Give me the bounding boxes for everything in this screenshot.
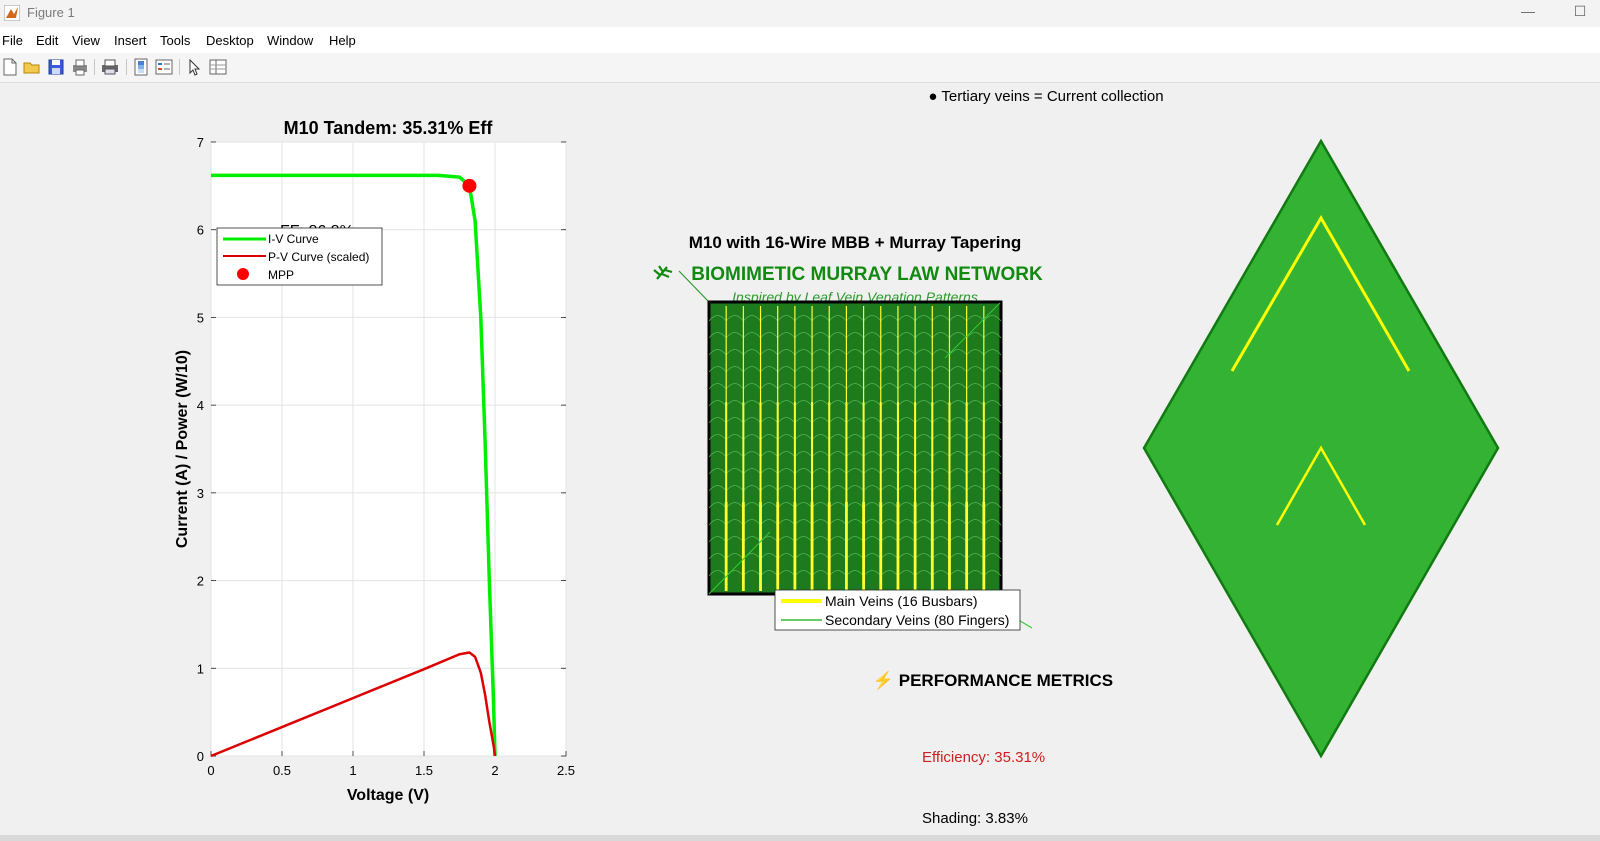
performance-header: ⚡ PERFORMANCE METRICS [873, 670, 1113, 691]
status-bar [0, 835, 1600, 841]
open-file-icon[interactable] [22, 57, 42, 77]
print-icon[interactable] [70, 57, 90, 77]
menu-tools[interactable]: Tools [160, 33, 190, 48]
y-tick-label: 6 [197, 223, 204, 238]
y-tick-label: 5 [197, 310, 204, 325]
legend-secondary-veins-label: Secondary Veins (80 Fingers) [825, 612, 1009, 628]
y-tick-label: 1 [197, 661, 204, 676]
efficiency-metric: Efficiency: 35.31% [922, 749, 1045, 766]
window-title-bar: Figure 1 — ☐ [0, 0, 1600, 27]
menu-insert[interactable]: Insert [114, 33, 147, 48]
legend-icon[interactable] [154, 57, 174, 77]
minimize-icon[interactable]: — [1508, 3, 1548, 23]
x-tick-label: 2.5 [557, 763, 575, 778]
mpp-marker [462, 178, 477, 193]
maximize-icon[interactable]: ☐ [1560, 3, 1600, 23]
legend-pv-label: P-V Curve (scaled) [268, 250, 369, 264]
leaf-diagram[interactable] [1142, 138, 1500, 759]
plot-legend[interactable]: I-V Curve P-V Curve (scaled) MPP [216, 227, 383, 286]
y-tick-label: 0 [197, 749, 204, 764]
legend-main-veins-label: Main Veins (16 Busbars) [825, 593, 978, 609]
new-figure-icon[interactable] [0, 57, 20, 77]
property-editor-icon[interactable] [208, 57, 228, 77]
murray-network-panel[interactable]: M10 with 16-Wire MBB + Murray Tapering B… [653, 88, 1164, 827]
menu-view[interactable]: View [72, 33, 100, 48]
plot-title: M10 Tandem: 35.31% Eff [284, 118, 494, 138]
y-axis-label: Current (A) / Power (W/10) [174, 350, 191, 548]
y-tick-label: 2 [197, 574, 204, 589]
menu-window[interactable]: Window [267, 33, 313, 48]
x-tick-label: 2 [491, 763, 498, 778]
iv-plot[interactable]: 0 0.5 1 1.5 2 2.5 0 1 2 3 4 5 6 7 M10 Tandem: 35.31%… [174, 118, 575, 804]
save-icon[interactable] [46, 57, 66, 77]
menu-file[interactable]: File [2, 33, 23, 48]
figure-toolbar [0, 53, 1600, 83]
toolbar-separator [94, 59, 95, 75]
network-legend[interactable]: Main Veins (16 Busbars) Secondary Veins … [774, 589, 1021, 631]
y-tick-label: 4 [197, 398, 204, 413]
legend-mpp-swatch [237, 268, 249, 280]
figure-canvas: 0 0.5 1 1.5 2 2.5 0 1 2 3 4 5 6 7 M10 Tandem: 35.31%… [174, 88, 1500, 827]
x-tick-label: 1.5 [415, 763, 433, 778]
matlab-icon [4, 5, 20, 21]
x-tick-label: 1 [349, 763, 356, 778]
y-tick-label: 3 [197, 486, 204, 501]
x-tick-label: 0.5 [273, 763, 291, 778]
legend-iv-label: I-V Curve [268, 232, 319, 246]
leaf-icon [653, 265, 673, 280]
menu-edit[interactable]: Edit [36, 33, 58, 48]
pointer-icon[interactable] [184, 57, 204, 77]
network-subtitle: BIOMIMETIC MURRAY LAW NETWORK [691, 264, 1043, 285]
shading-metric: Shading: 3.83% [922, 810, 1028, 827]
toolbar-separator [179, 59, 180, 75]
menu-desktop[interactable]: Desktop [206, 33, 254, 48]
x-tick-label: 0 [207, 763, 214, 778]
network-title: M10 with 16-Wire MBB + Murray Tapering [689, 233, 1022, 252]
x-axis-label: Voltage (V) [347, 787, 429, 804]
print-preview-icon[interactable] [100, 57, 120, 77]
menu-help[interactable]: Help [329, 33, 356, 48]
toolbar-separator [126, 59, 127, 75]
y-tick-label: 7 [197, 135, 204, 150]
menu-bar: File Edit View Insert Tools Desktop Wind… [0, 27, 1600, 53]
tertiary-veins-note: ● Tertiary veins = Current collection [928, 88, 1163, 105]
window-title: Figure 1 [27, 5, 75, 20]
colorbar-icon[interactable] [131, 57, 151, 77]
legend-mpp-label: MPP [268, 268, 294, 282]
